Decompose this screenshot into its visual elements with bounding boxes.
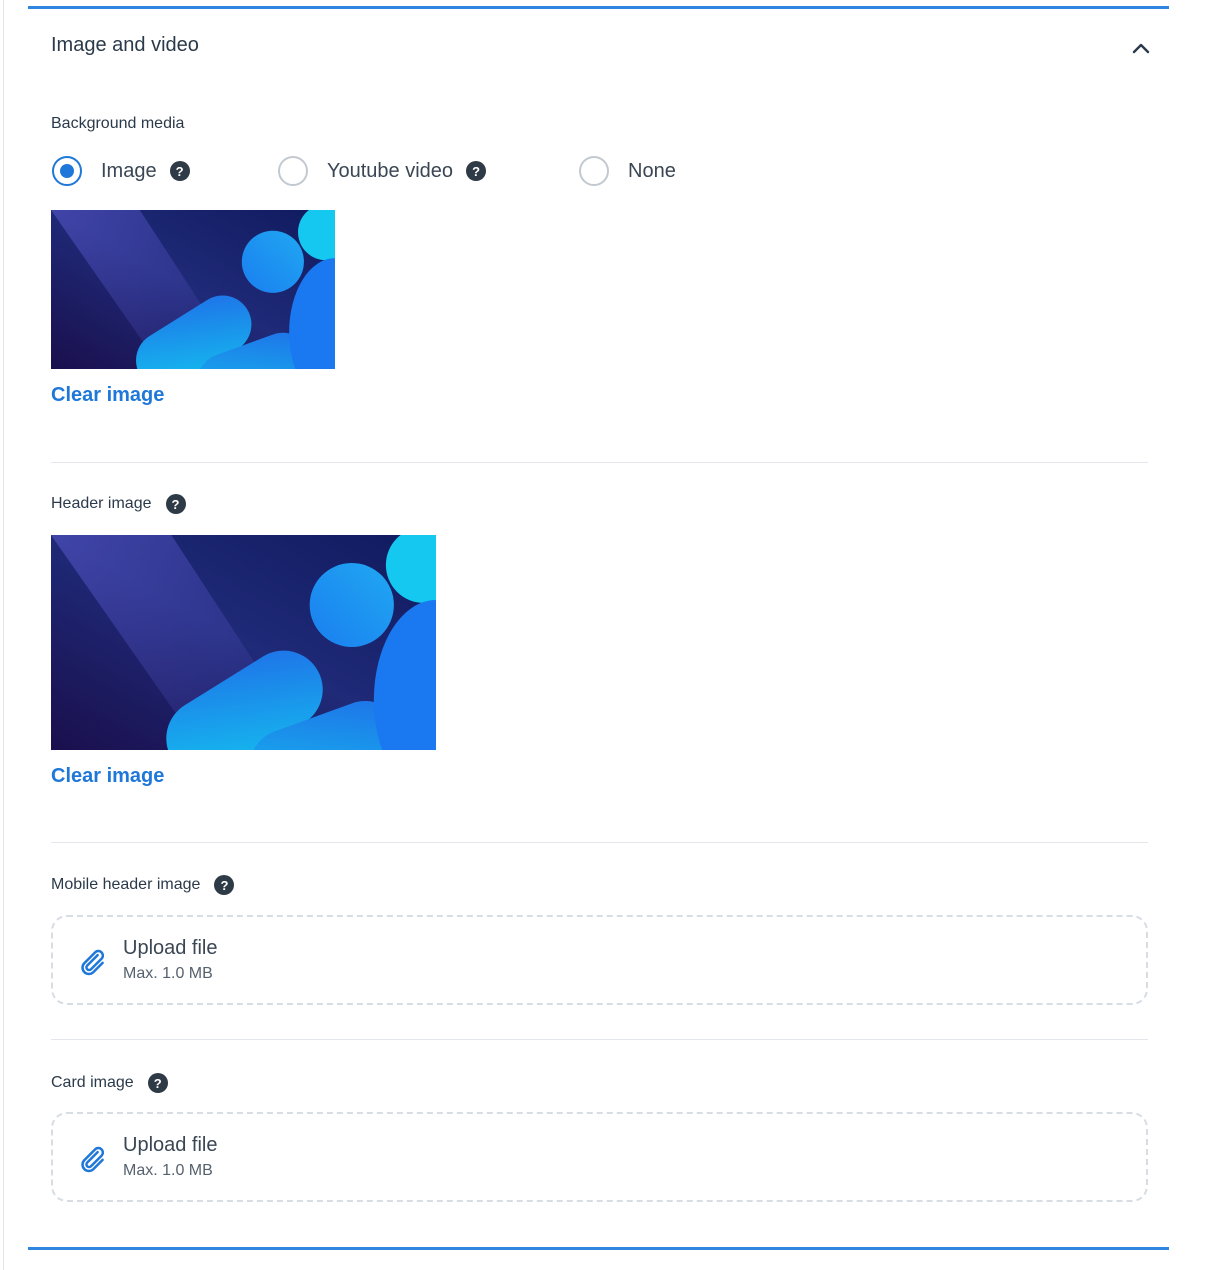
question-mark-circle-icon[interactable]: ?	[169, 161, 190, 181]
divider	[51, 842, 1148, 843]
radio-youtube-video-circle[interactable]	[278, 156, 308, 186]
radio-image-circle[interactable]	[52, 156, 82, 186]
abstract-blue-shapes-image	[51, 535, 436, 750]
header-image-label: Header image ?	[51, 494, 186, 514]
mobile-header-image-label: Mobile header image ?	[51, 875, 235, 895]
divider	[51, 1039, 1148, 1040]
clear-background-image-link[interactable]: Clear image	[51, 384, 164, 407]
radio-youtube-video-label[interactable]: Youtube video	[327, 160, 453, 183]
paperclip-icon	[81, 1146, 105, 1173]
chevron-up-icon[interactable]	[1131, 38, 1151, 58]
background-media-radio-group: Image ? Youtube video ? None	[52, 154, 752, 188]
radio-image-label[interactable]: Image	[101, 160, 157, 183]
card-image-upload[interactable]: Upload file Max. 1.0 MB	[51, 1112, 1148, 1202]
radio-none-circle[interactable]	[579, 156, 609, 186]
question-mark-circle-icon[interactable]: ?	[466, 161, 487, 181]
section-top-border	[28, 6, 1169, 9]
background-media-label: Background media	[51, 115, 185, 132]
paperclip-icon	[81, 949, 105, 976]
upload-file-label: Upload file	[123, 937, 218, 959]
mobile-header-image-upload[interactable]: Upload file Max. 1.0 MB	[51, 915, 1148, 1005]
header-image-preview	[51, 535, 436, 750]
clear-header-image-link[interactable]: Clear image	[51, 765, 164, 788]
question-mark-circle-icon[interactable]: ?	[165, 494, 186, 514]
upload-size-limit: Max. 1.0 MB	[123, 1162, 213, 1179]
radio-none[interactable]: None	[579, 154, 676, 188]
section-bottom-border	[28, 1247, 1169, 1250]
upload-size-limit: Max. 1.0 MB	[123, 965, 213, 982]
question-mark-circle-icon[interactable]: ?	[147, 1073, 168, 1093]
card-image-label: Card image ?	[51, 1073, 168, 1093]
divider	[51, 462, 1148, 463]
section-title: Image and video	[51, 34, 199, 56]
radio-youtube-video[interactable]: Youtube video ?	[278, 154, 487, 188]
question-mark-circle-icon[interactable]: ?	[214, 875, 235, 895]
abstract-blue-shapes-image	[51, 210, 335, 369]
section-header-toggle[interactable]: Image and video	[51, 28, 1151, 68]
upload-file-label: Upload file	[123, 1134, 218, 1156]
panel-left-border	[3, 0, 4, 1270]
background-image-preview	[51, 210, 335, 369]
radio-none-label[interactable]: None	[628, 160, 676, 183]
radio-image[interactable]: Image ?	[52, 154, 190, 188]
